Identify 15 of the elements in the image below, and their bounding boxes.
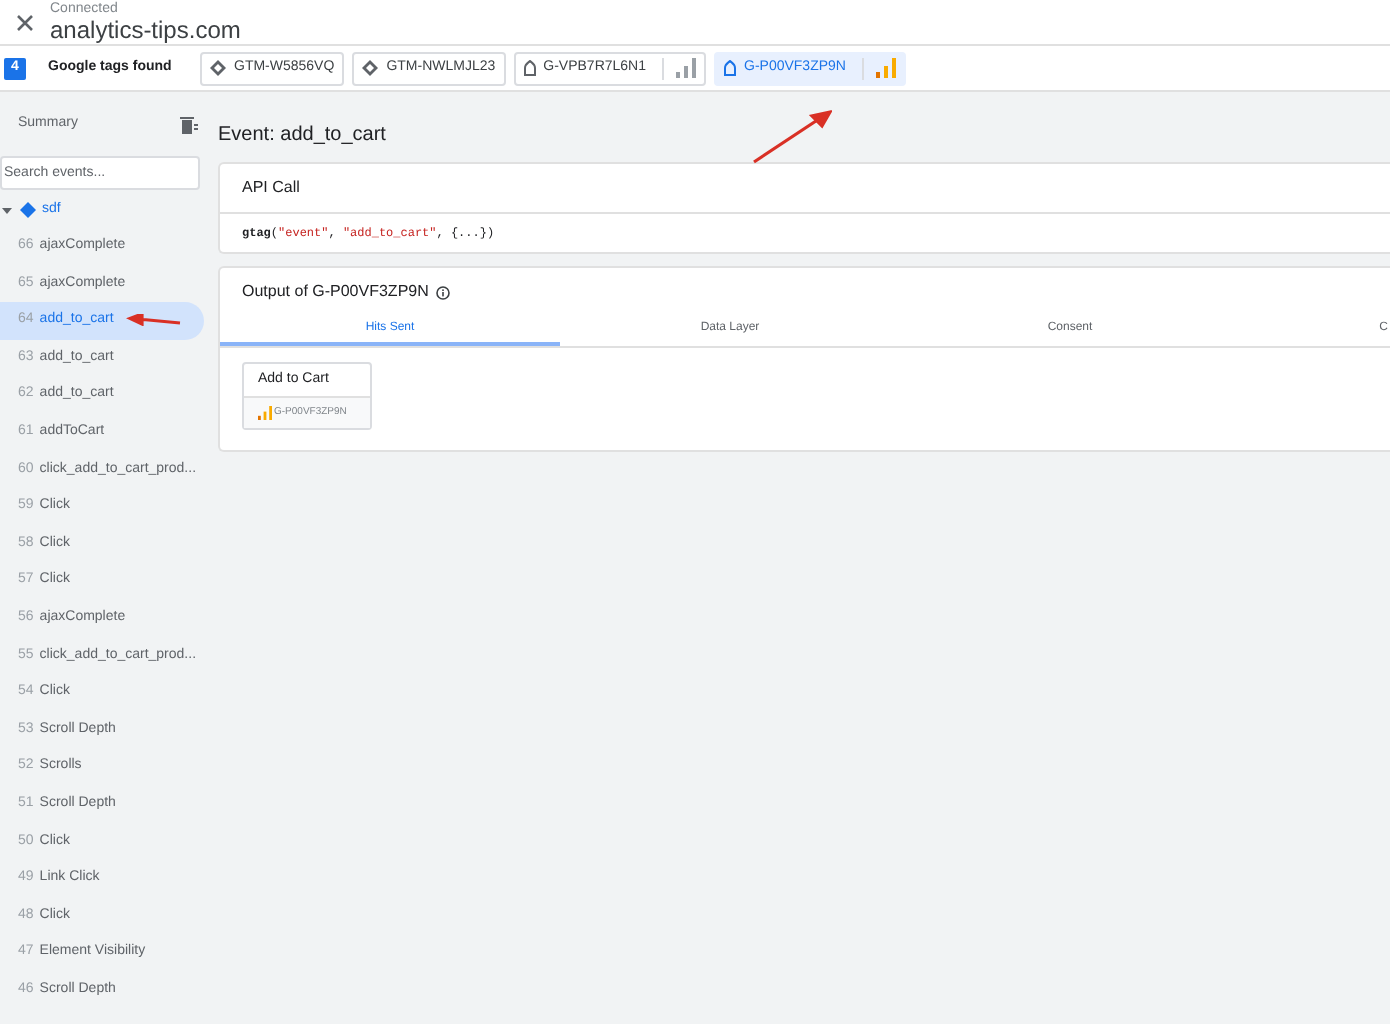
close-icon[interactable] [16, 13, 34, 31]
card-title: API Call [220, 164, 1390, 214]
annotation-arrow-icon [752, 108, 832, 164]
diamond-icon [210, 60, 226, 76]
diamond-icon [20, 202, 36, 218]
info-icon [436, 285, 451, 299]
diamond-icon [362, 60, 379, 76]
shield-icon [724, 60, 736, 76]
bar-chart-icon [258, 406, 272, 420]
clear-list-icon[interactable] [180, 115, 198, 133]
event-title: Event: add_to_cart [218, 122, 386, 150]
site-domain: analytics-tips.com [50, 18, 241, 42]
shield-icon [523, 60, 536, 76]
card-title: Output of G-P00VF3ZP9N [242, 280, 429, 304]
annotation-arrow-icon [125, 314, 182, 327]
